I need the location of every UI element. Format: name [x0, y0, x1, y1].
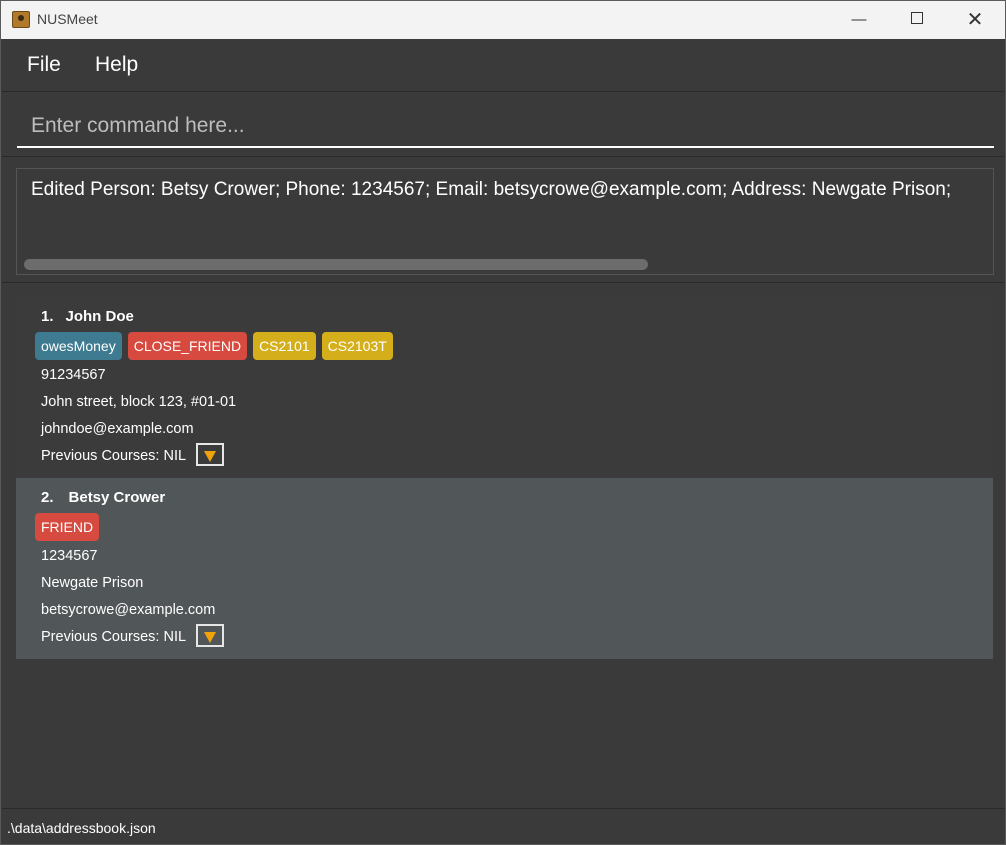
person-name-line: 1. John Doe [41, 308, 134, 325]
status-bar: .\data\addressbook.json [2, 808, 1005, 844]
person-email: betsycrowe@example.com [41, 602, 216, 618]
menu-file[interactable]: File [27, 53, 61, 77]
horizontal-scrollbar[interactable] [24, 259, 648, 270]
person-card[interactable]: 1. John Doe owesMoney CLOSE_FRIEND CS2101 CS… [16, 297, 993, 478]
dropdown-arrow-icon [204, 632, 216, 643]
result-display: Edited Person: Betsy Crower; Phone: 1234… [16, 168, 994, 275]
menu-bar: File Help [2, 39, 1005, 92]
person-name: John Doe [65, 308, 134, 325]
close-icon: ✕ [966, 9, 984, 31]
previous-courses-label: Previous Courses: NIL [41, 629, 187, 645]
minimize-icon: — [851, 11, 867, 28]
previous-courses-label: Previous Courses: NIL [41, 448, 187, 464]
person-address: John street, block 123, #01-01 [41, 394, 237, 410]
window-title: NUSMeet [37, 11, 98, 27]
person-name: Betsy Crower [68, 489, 166, 506]
save-location: .\data\addressbook.json [7, 820, 156, 836]
person-list: 1. John Doe owesMoney CLOSE_FRIEND CS2101 CS… [16, 297, 993, 797]
person-address: Newgate Prison [41, 575, 144, 591]
tag-list: FRIEND [35, 513, 105, 541]
tag-list: owesMoney CLOSE_FRIEND CS2101 CS2103T [35, 332, 399, 360]
tag: owesMoney [35, 332, 122, 360]
result-message: Edited Person: Betsy Crower; Phone: 1234… [31, 179, 952, 200]
divider [2, 282, 1005, 283]
person-phone: 91234567 [41, 367, 106, 383]
person-card[interactable]: 2. Betsy Crower FRIEND 1234567 Newgate Pr… [16, 478, 993, 659]
command-input[interactable] [17, 106, 994, 148]
menu-help[interactable]: Help [95, 53, 138, 77]
tag: CLOSE_FRIEND [127, 332, 248, 360]
close-button[interactable]: ✕ [946, 1, 1004, 39]
address-book-icon [12, 11, 30, 28]
person-email: johndoe@example.com [41, 421, 194, 437]
courses-dropdown-button[interactable] [196, 624, 224, 647]
person-index: 1. [41, 308, 54, 325]
tag: CS2101 [253, 332, 316, 360]
tag: CS2103T [321, 332, 393, 360]
person-phone: 1234567 [41, 548, 98, 564]
person-name-line: 2. Betsy Crower [41, 489, 165, 506]
title-bar: NUSMeet — ✕ [1, 1, 1005, 39]
previous-courses: Previous Courses: NIL [41, 624, 224, 647]
maximize-icon [911, 12, 923, 24]
app-window: NUSMeet — ✕ File Help Edited Person: Bet… [0, 0, 1006, 845]
command-box [2, 92, 1005, 157]
minimize-button[interactable]: — [830, 1, 888, 39]
previous-courses: Previous Courses: NIL [41, 443, 224, 466]
dropdown-arrow-icon [204, 451, 216, 462]
courses-dropdown-button[interactable] [196, 443, 224, 466]
maximize-button[interactable] [888, 1, 946, 39]
person-index: 2. [41, 489, 54, 506]
tag: FRIEND [35, 513, 100, 541]
